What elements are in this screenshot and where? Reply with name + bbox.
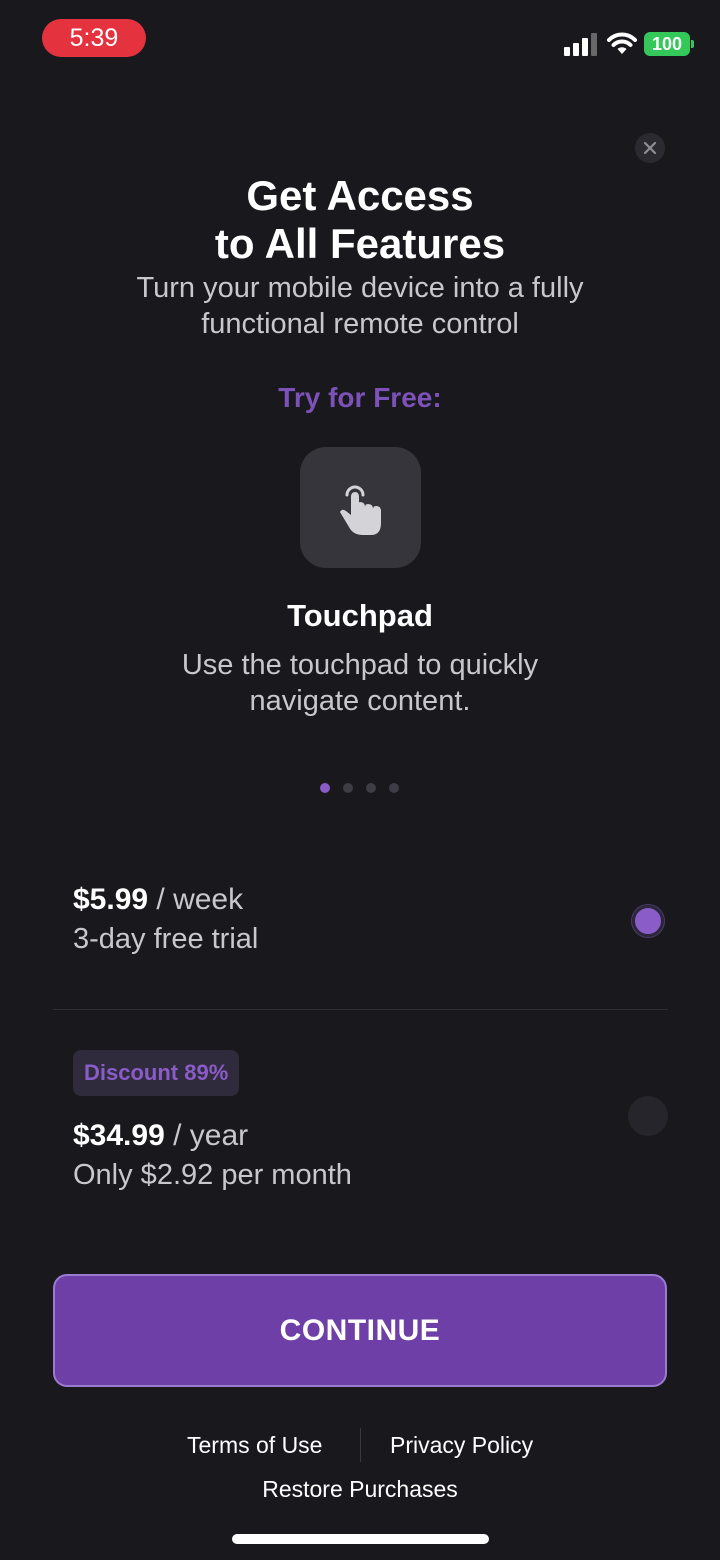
signal-icon bbox=[564, 32, 598, 56]
wifi-icon bbox=[607, 32, 637, 54]
plan-weekly-price-line: $5.99 / week bbox=[73, 880, 258, 920]
plan-yearly-period: / year bbox=[164, 1119, 249, 1152]
footer-divider bbox=[360, 1428, 361, 1462]
feature-tile bbox=[300, 447, 421, 568]
status-time: 5:39 bbox=[42, 19, 146, 57]
restore-purchases-link[interactable]: Restore Purchases bbox=[0, 1476, 720, 1503]
page-indicator[interactable] bbox=[320, 783, 399, 795]
plan-weekly-radio[interactable] bbox=[632, 905, 664, 937]
plan-weekly[interactable]: $5.99 / week 3-day free trial bbox=[53, 880, 668, 980]
status-bar: 5:39 100 bbox=[0, 0, 720, 80]
terms-link[interactable]: Terms of Use bbox=[187, 1432, 322, 1459]
plan-yearly-price: $34.99 bbox=[73, 1119, 165, 1152]
plan-yearly-text: $34.99 / year Only $2.92 per month bbox=[73, 1116, 352, 1194]
close-button[interactable] bbox=[635, 133, 665, 163]
plan-weekly-period: / week bbox=[148, 883, 244, 916]
privacy-link[interactable]: Privacy Policy bbox=[390, 1432, 533, 1459]
home-indicator[interactable] bbox=[232, 1534, 489, 1544]
battery-icon: 100 bbox=[644, 32, 694, 56]
plan-yearly-radio[interactable] bbox=[628, 1096, 668, 1136]
plan-yearly-price-line: $34.99 / year bbox=[73, 1116, 352, 1156]
feature-title: Touchpad bbox=[287, 598, 433, 633]
try-free-label: Try for Free: bbox=[278, 382, 442, 413]
touchpad-hand-icon bbox=[339, 485, 381, 535]
continue-button[interactable]: CONTINUE bbox=[53, 1274, 667, 1387]
close-icon bbox=[643, 141, 657, 155]
page-dot-2[interactable] bbox=[343, 783, 353, 793]
plan-weekly-price: $5.99 bbox=[73, 883, 149, 916]
feature-description: Use the touchpad to quickly navigate con… bbox=[181, 649, 539, 717]
plan-weekly-note: 3-day free trial bbox=[73, 923, 259, 955]
page-dot-4[interactable] bbox=[389, 783, 399, 793]
page-subtitle: Turn your mobile device into a fully fun… bbox=[136, 272, 584, 340]
plan-divider bbox=[53, 1009, 668, 1010]
page-dot-3[interactable] bbox=[366, 783, 376, 793]
discount-badge: Discount 89% bbox=[73, 1050, 240, 1096]
plan-yearly-note: Only $2.92 per month bbox=[73, 1159, 352, 1191]
page-dot-1[interactable] bbox=[320, 783, 330, 793]
plan-yearly[interactable]: Discount 89% $34.99 / year Only $2.92 pe… bbox=[53, 1050, 668, 1191]
page-title: Get Access to All Features bbox=[214, 172, 506, 267]
plan-weekly-text: $5.99 / week 3-day free trial bbox=[73, 880, 258, 958]
footer-links: Terms of Use Privacy Policy bbox=[0, 1428, 720, 1464]
